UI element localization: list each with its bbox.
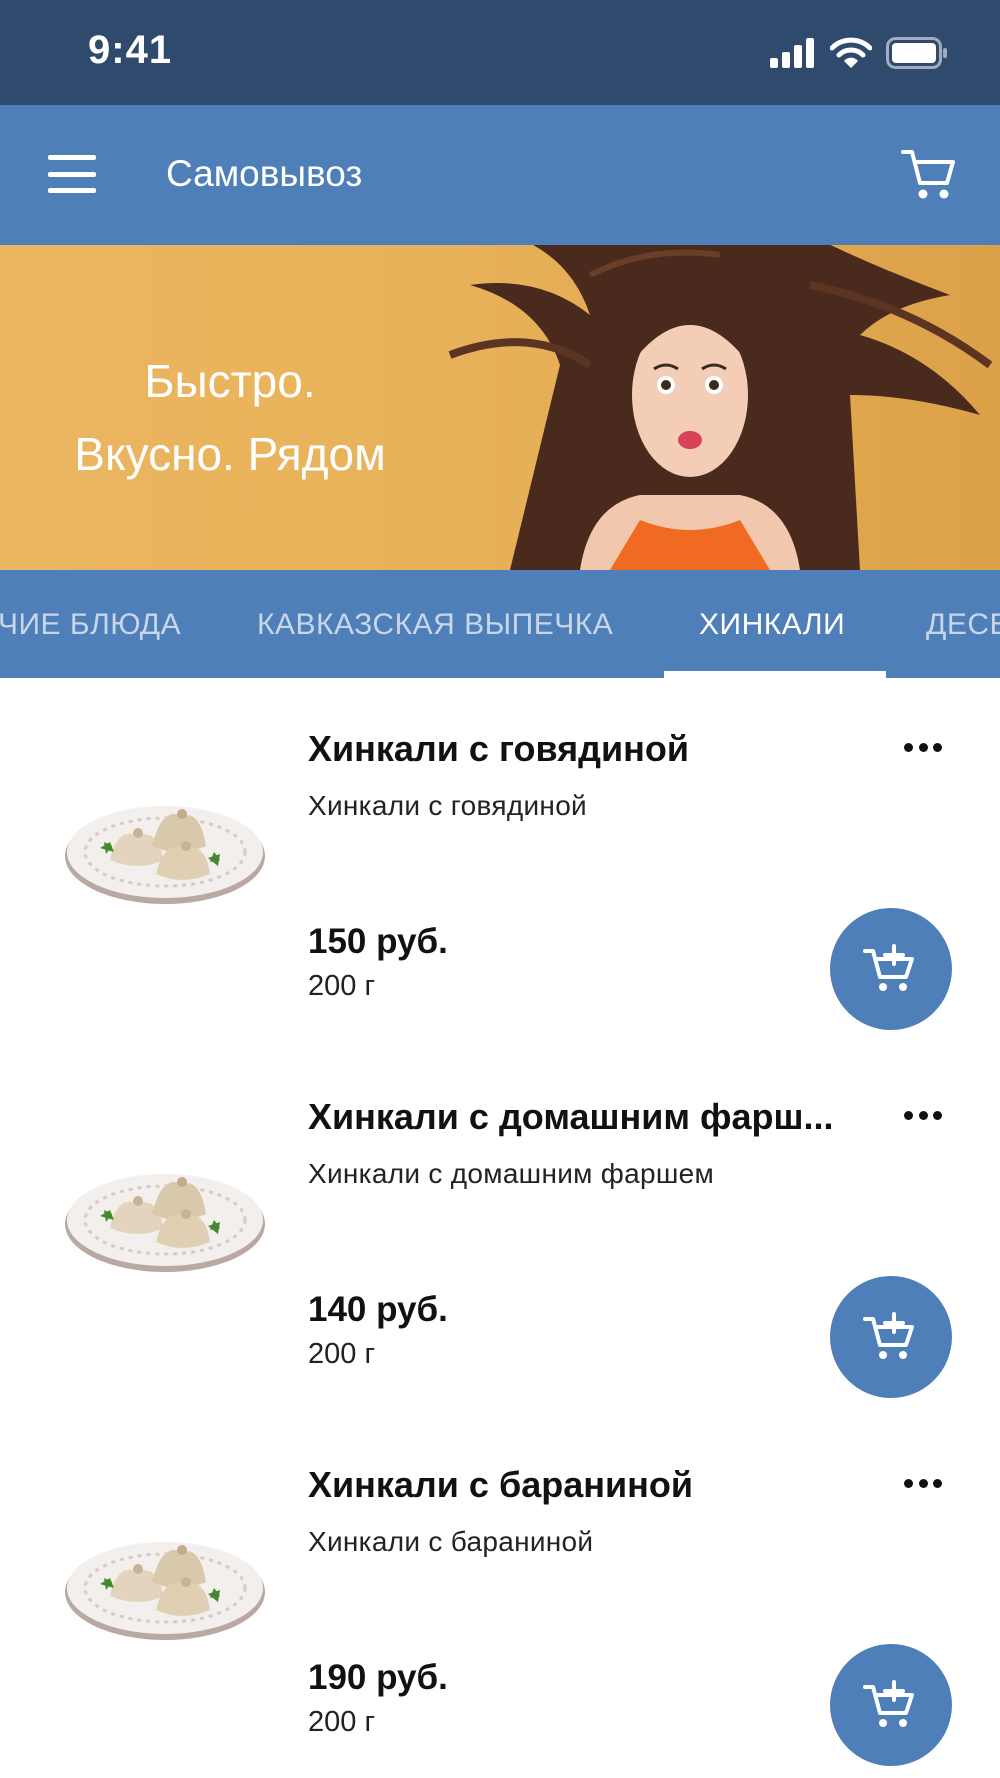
battery-icon [886,37,947,69]
list-item[interactable]: Хинкали с бараниной Хинкали с бараниной … [0,1414,1000,1778]
cart-plus-icon [863,1680,914,1727]
item-title[interactable]: Хинкали с бараниной [308,1464,868,1506]
status-icons [770,36,948,70]
hamburger-icon[interactable] [42,151,102,197]
item-title[interactable]: Хинкали с говядиной [308,728,868,770]
promo-banner[interactable]: Быстро. Вкусно. Рядом [0,245,1000,570]
item-price: 140 руб. [308,1290,448,1329]
item-title[interactable]: Хинкали с домашним фарш... [308,1096,868,1138]
product-list: Хинкали с говядиной Хинкали с говядиной … [0,678,1000,1778]
item-weight: 200 г [308,1706,376,1738]
banner-line-1: Быстро. [144,355,316,407]
khinkali-plate-image [65,806,265,904]
tab-caucasian-pastry[interactable]: КАВКАЗСКАЯ ВЫПЕЧКА [257,608,613,642]
item-description: Хинкали с домашним фаршем [308,1158,715,1189]
tab-khinkali[interactable]: ХИНКАЛИ [699,608,845,642]
status-time: 9:41 [88,28,173,72]
category-tabs: ЧИЕ БЛЮДА КАВКАЗСКАЯ ВЫПЕЧКА ХИНКАЛИ ДЕС… [0,570,1000,678]
list-item[interactable]: Хинкали с домашним фарш... Хинкали с дом… [0,1046,1000,1414]
item-weight: 200 г [308,1338,376,1370]
page-title: Самовывоз [166,153,363,194]
tab-desserts[interactable]: ДЕСЕ [926,608,1000,642]
banner-line-2: Вкусно. Рядом [74,428,386,480]
cart-plus-icon [863,1312,914,1359]
item-price: 150 руб. [308,922,448,961]
banner-slogan: Быстро. Вкусно. Рядом [40,345,420,491]
add-to-cart-button[interactable] [830,1276,952,1398]
khinkali-plate-image [65,1174,265,1272]
app-bar: Самовывоз [0,105,1000,245]
wifi-icon [830,37,872,68]
item-description: Хинкали с говядиной [308,790,588,821]
active-tab-indicator [664,671,886,678]
item-description: Хинкали с бараниной [308,1526,594,1557]
add-to-cart-button[interactable] [830,908,952,1030]
item-weight: 200 г [308,970,376,1002]
banner-woman-image [448,245,993,570]
tab-category-1[interactable]: ЧИЕ БЛЮДА [0,608,181,642]
status-bar: 9:41 [0,0,1000,105]
khinkali-plate-image [65,1542,265,1640]
more-options-icon[interactable] [900,732,946,762]
add-to-cart-button[interactable] [830,1644,952,1766]
signal-icon [770,38,814,68]
cart-icon[interactable] [900,147,958,203]
list-item[interactable]: Хинкали с говядиной Хинкали с говядиной … [0,678,1000,1046]
item-price: 190 руб. [308,1658,448,1697]
more-options-icon[interactable] [900,1100,946,1130]
cart-plus-icon [863,944,914,991]
more-options-icon[interactable] [900,1468,946,1498]
